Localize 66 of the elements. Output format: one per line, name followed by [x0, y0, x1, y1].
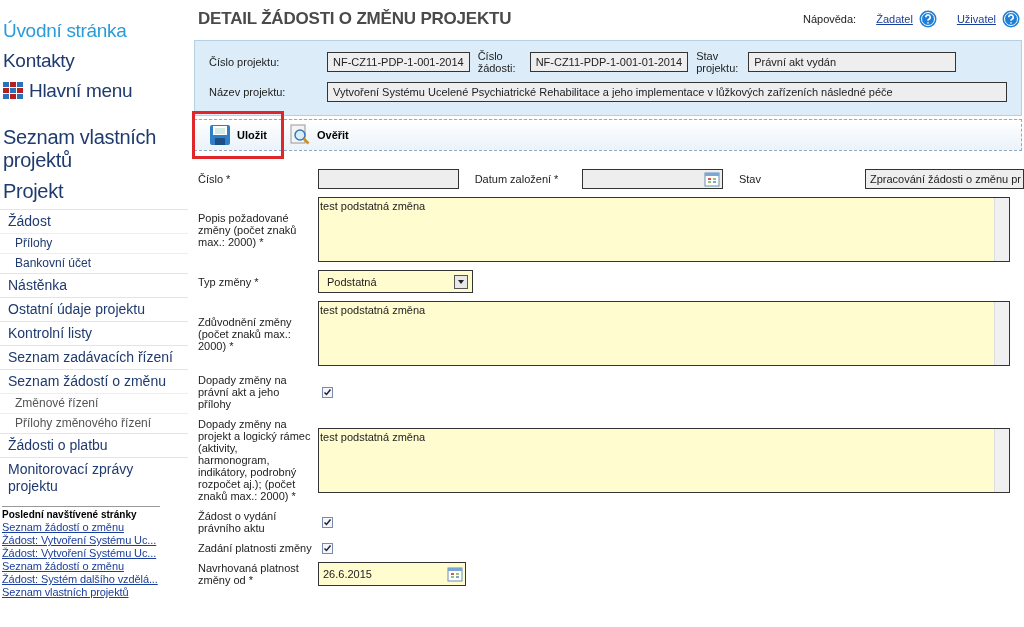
checkbox[interactable]: [322, 542, 333, 554]
section-link[interactable]: Seznam vlastních projektů: [0, 126, 188, 172]
text-field[interactable]: Zpracování žádosti o změnu pr: [864, 169, 1024, 189]
field-label: Číslo žádosti:: [477, 50, 517, 74]
field-label: Navrhovaná platnost změny od *: [198, 562, 300, 586]
field-label: Stav: [738, 173, 761, 185]
help-icon[interactable]: [918, 10, 937, 28]
verify-button[interactable]: Ověřit: [284, 122, 353, 148]
nav-item[interactable]: Monitorovací zprávy projektu: [0, 457, 188, 498]
recent-pages-title: Poslední navštívené stránky: [2, 509, 138, 521]
field-label: Zadání platnosti změny: [198, 542, 312, 554]
help-link[interactable]: Uživatel: [956, 13, 996, 25]
readonly-field: Vytvoření Systému Ucelené Psychiatrické Rehabilitace a jeho implementace v lůžkových zařízeních následné péče: [327, 82, 1007, 102]
calendar-icon[interactable]: [703, 171, 720, 187]
field-label: Datum založení *: [474, 173, 559, 185]
nav-item[interactable]: Seznam žádostí o změnu: [0, 369, 188, 393]
calendar-icon[interactable]: [447, 566, 463, 582]
recent-page-link[interactable]: Žádost: Systém dalšího vzdělá...: [2, 573, 160, 586]
nav-subitem[interactable]: Přílohy změnového řízení: [0, 413, 188, 433]
nav-subitem[interactable]: Přílohy: [0, 233, 188, 253]
main-menu-link[interactable]: Hlavní menu: [29, 78, 133, 104]
section-link[interactable]: Projekt: [0, 180, 188, 203]
readonly-field: Právní akt vydán: [748, 52, 957, 72]
text-area[interactable]: test podstatná změna: [318, 197, 1010, 262]
nav-item[interactable]: Seznam zadávacích řízení: [0, 345, 188, 369]
recent-page-link[interactable]: Seznam žádostí o změnu: [2, 521, 160, 534]
nav-item[interactable]: Žádosti o platbu: [0, 433, 188, 457]
recent-page-link[interactable]: Žádost: Vytvoření Systému Uc...: [2, 534, 160, 547]
readonly-field: NF-CZ11-PDP-1-001-01-2014: [529, 52, 689, 72]
help-icon[interactable]: [1002, 10, 1020, 28]
checkbox[interactable]: [322, 386, 333, 398]
recent-page-link[interactable]: Žádost: Vytvoření Systému Uc...: [2, 547, 160, 560]
field-label: Dopady změny na projekt a logický rámec (aktivity, harmonogram, indikátory, podrobný rozpočet aj.); (počet znaků max.: 2000) *: [198, 418, 312, 502]
field-label: Číslo projektu:: [209, 56, 281, 68]
field-label: Název projektu:: [209, 86, 287, 98]
help-link[interactable]: Žadatel: [876, 13, 913, 25]
field-label: Žádost o vydání právního aktu: [198, 510, 278, 534]
field-label: Stav projektu:: [696, 50, 740, 74]
readonly-field: NF-CZ11-PDP-1-001-2014: [327, 52, 470, 72]
checkbox[interactable]: [322, 516, 333, 528]
nav-subitem[interactable]: Bankovní účet: [0, 253, 188, 273]
nav-item[interactable]: Kontrolní listy: [0, 321, 188, 345]
field-label: Popis požadované změny (počet znaků max.: 2000) *: [198, 211, 298, 248]
field-label: Dopady změny na právní akt a jeho přílohy: [198, 374, 288, 410]
page-title: DETAIL ŽÁDOSTI O ZMĚNU PROJEKTU: [198, 9, 512, 29]
magnifier-document-icon: [288, 124, 311, 146]
date-field[interactable]: 26.6.2015: [318, 562, 466, 586]
contacts-link[interactable]: Kontakty: [0, 46, 188, 76]
field-label: Zdůvodnění změny (počet znaků max.: 2000) *: [198, 315, 293, 352]
grid-icon: [3, 82, 23, 100]
date-field[interactable]: [582, 169, 723, 189]
field-label: Typ změny *: [198, 275, 260, 288]
save-button[interactable]: Uložit: [195, 114, 281, 156]
recent-page-link[interactable]: Seznam vlastních projektů: [2, 586, 160, 599]
caret-icon: [454, 274, 468, 289]
nav-item[interactable]: Ostatní údaje projektu: [0, 297, 188, 321]
text-area[interactable]: test podstatná změna: [318, 301, 1010, 366]
dropdown[interactable]: Podstatná: [318, 270, 473, 293]
nav-item[interactable]: Nástěnka: [0, 273, 188, 297]
recent-page-link[interactable]: Seznam žádostí o změnu: [2, 560, 160, 573]
text-area[interactable]: test podstatná změna: [318, 427, 1010, 493]
nav-subitem[interactable]: Změnové řízení: [0, 393, 188, 413]
field-label: Číslo *: [198, 173, 232, 185]
nav-item[interactable]: Žádost: [0, 209, 188, 233]
text-field[interactable]: [318, 169, 459, 189]
help-label: Nápověda:: [802, 13, 857, 25]
